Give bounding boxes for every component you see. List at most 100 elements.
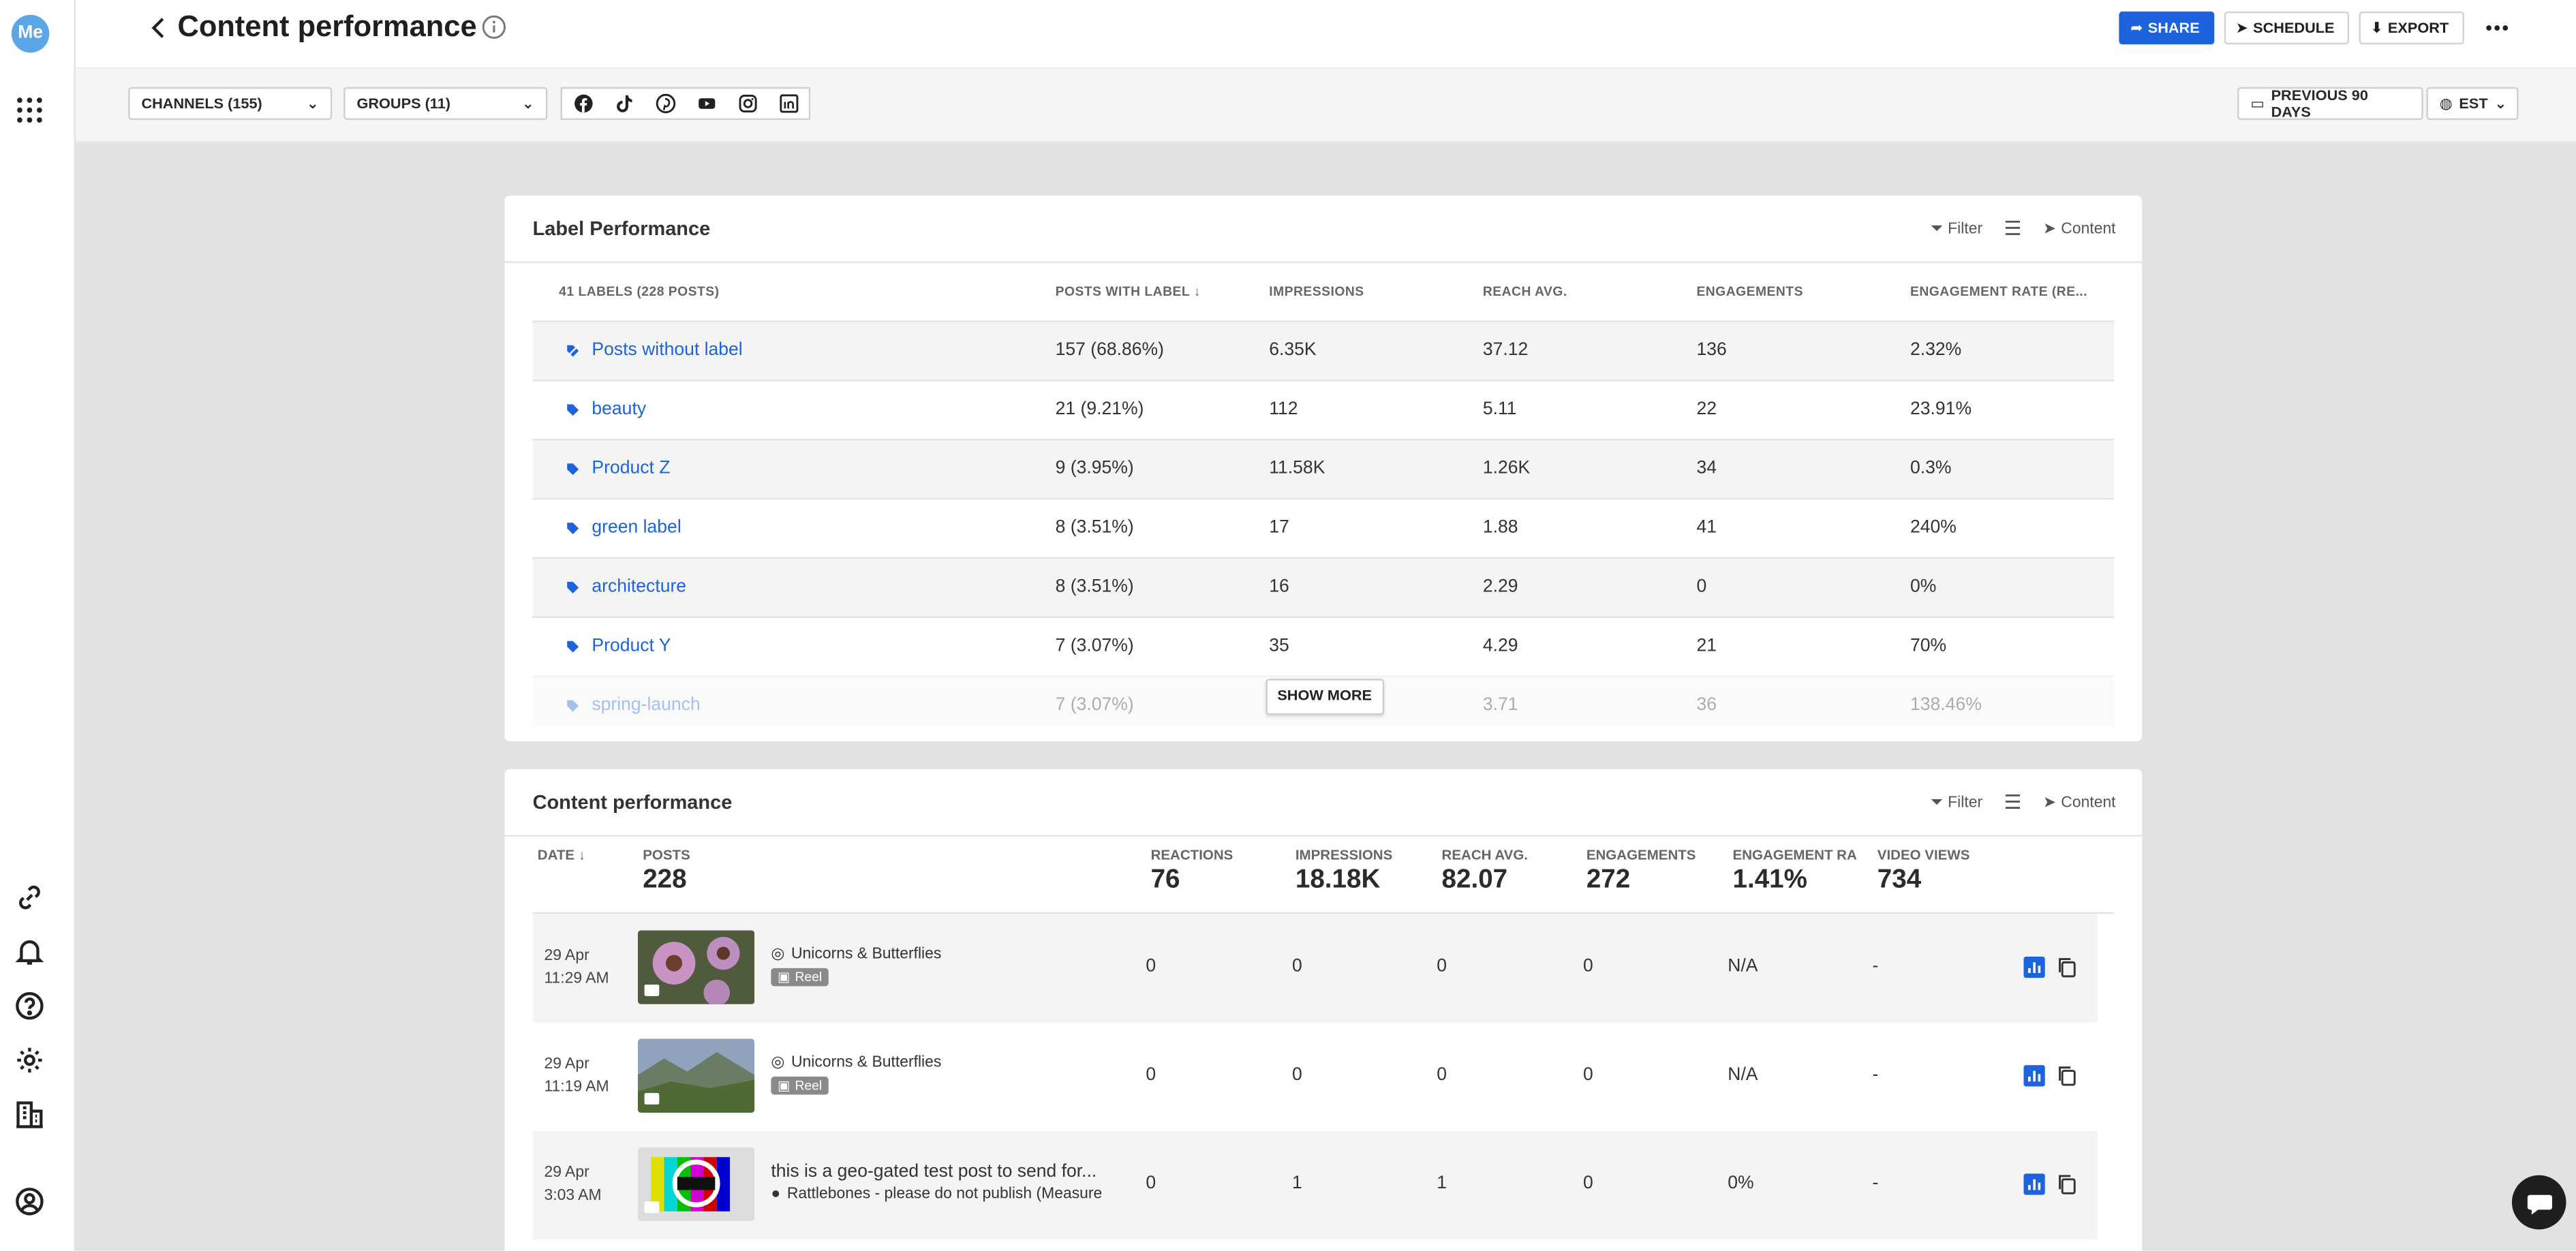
label-link[interactable]: green label [566, 518, 681, 538]
col-engagements[interactable]: ENGAGEMENTS 272 [1586, 846, 1696, 895]
export-button[interactable]: ⬇ EXPORT [2359, 11, 2464, 45]
content-button[interactable]: ➤ Content [2043, 793, 2116, 812]
col-video-views[interactable]: VIDEO VIEWS 734 [1877, 846, 1970, 895]
cell: 9 (3.95%) [1055, 459, 1134, 478]
help-icon[interactable] [15, 991, 44, 1021]
cell: 2.29 [1482, 576, 1518, 597]
cell: 0% [1728, 1173, 1754, 1194]
col-reach[interactable]: REACH AVG. 82.07 [1442, 846, 1528, 895]
analytics-chart-icon[interactable] [2023, 956, 2045, 978]
info-icon[interactable] [482, 15, 506, 40]
label-link[interactable]: architecture [566, 577, 686, 597]
app-logo[interactable]: Me [11, 14, 50, 53]
tiktok-icon[interactable] [603, 89, 644, 118]
settings-gear-icon[interactable] [15, 1045, 44, 1075]
post-thumbnail[interactable] [637, 1038, 755, 1113]
copy-icon[interactable] [2057, 957, 2078, 978]
facebook-icon[interactable] [562, 89, 603, 118]
schedule-button[interactable]: ➤ SCHEDULE [2224, 11, 2350, 45]
table-row[interactable]: 29 Apr 11:19 AM ◎ Unicorns & Butterflies ▣… [533, 1022, 2098, 1130]
show-more-button[interactable]: SHOW MORE [1266, 679, 1383, 715]
col-date[interactable]: DATE ↓ [538, 846, 585, 863]
table-row: Posts without label 157 (68.86%) 6.35K 3… [532, 320, 2115, 380]
chevron-down-icon: ⌄ [2494, 94, 2507, 111]
col-engagements[interactable]: ENGAGEMENTS [1696, 284, 1803, 299]
user-account-icon[interactable] [15, 1187, 44, 1216]
main-content: Label Performance ⏷ Filter ☰ ➤ Content 41 … [75, 142, 2576, 1251]
linkedin-icon[interactable] [768, 89, 809, 118]
col-reactions[interactable]: REACTIONS 76 [1151, 846, 1233, 895]
channels-select[interactable]: CHANNELS (155) ⌄ [128, 87, 333, 121]
cell: 34 [1696, 459, 1717, 478]
cell: 5.11 [1482, 399, 1517, 420]
cell: 157 (68.86%) [1055, 340, 1164, 360]
col-impressions[interactable]: IMPRESSIONS [1269, 284, 1364, 299]
more-options-icon[interactable] [2484, 16, 2511, 40]
table-row[interactable]: 29 Apr 11:29 AM ◎ Unicorns & Butterflies ▣… [532, 914, 2098, 1023]
list-view-icon[interactable]: ☰ [2004, 790, 2021, 814]
sort-down-icon: ↓ [1193, 284, 1201, 300]
col-impressions[interactable]: IMPRESSIONS 18.18K [1295, 846, 1392, 895]
label-link[interactable]: beauty [566, 399, 646, 419]
post-thumbnail[interactable] [637, 930, 755, 1004]
analytics-chart-icon[interactable] [2023, 1065, 2045, 1087]
col-engagement-rate[interactable]: ENGAGEMENT RATE (RE... [1910, 284, 2087, 299]
cell: 0 [1582, 956, 1593, 976]
instagram-icon[interactable] [726, 89, 767, 118]
facebook-icon: ● [771, 1185, 781, 1203]
cell: N/A [1728, 956, 1758, 976]
post-thumbnail[interactable] [637, 1147, 755, 1222]
page-title: Content performance [177, 10, 477, 43]
cell: - [1872, 1065, 1879, 1085]
chat-bubble-icon [2526, 1194, 2551, 1214]
cell: 21 (9.21%) [1055, 399, 1144, 420]
analytics-chart-icon[interactable] [2023, 1173, 2045, 1195]
cell: 0 [1582, 1173, 1593, 1194]
table-row[interactable]: 29 Apr 3:03 AM this is a geo-gated test p… [532, 1130, 2098, 1239]
col-reach[interactable]: REACH AVG. [1483, 284, 1567, 299]
cell: 23.91% [1910, 399, 1972, 420]
label-link[interactable]: Product Y [566, 636, 671, 655]
filter-button[interactable]: ⏷ Filter [1931, 219, 1983, 238]
cell: 11.58K [1269, 459, 1325, 478]
cell: 70% [1910, 636, 1947, 656]
label-link[interactable]: spring-launch [566, 695, 701, 715]
cell: 1 [1437, 1173, 1447, 1194]
col-engagement-rate[interactable]: ENGAGEMENT RA 1.41% [1733, 846, 1865, 895]
chat-support-button[interactable] [2511, 1175, 2566, 1230]
organization-building-icon[interactable] [15, 1100, 44, 1129]
groups-select[interactable]: GROUPS (11) ⌄ [343, 87, 548, 121]
timezone-select[interactable]: ◍ EST ⌄ [2426, 87, 2519, 121]
share-button[interactable]: ➦ SHARE [2119, 11, 2215, 45]
pinterest-icon[interactable] [645, 89, 686, 118]
link-icon[interactable] [15, 882, 44, 912]
cell: 0 [1582, 1065, 1593, 1085]
filter-button[interactable]: ⏷ Filter [1931, 793, 1983, 812]
label-link[interactable]: Product Z [566, 459, 670, 478]
content-button[interactable]: ➤ Content [2043, 219, 2116, 238]
copy-icon[interactable] [2057, 1173, 2078, 1194]
cell: 17 [1269, 517, 1289, 538]
col-posts[interactable]: POSTS 228 [643, 846, 690, 895]
cell: 7 (3.07%) [1055, 695, 1134, 715]
tag-icon [567, 403, 579, 416]
youtube-icon[interactable] [686, 89, 726, 118]
apps-grid-icon[interactable] [15, 95, 44, 125]
label-performance-card: Label Performance ⏷ Filter ☰ ➤ Content 41 … [504, 196, 2143, 741]
tag-icon [567, 521, 579, 534]
cell: 8 (3.51%) [1055, 517, 1134, 538]
cell: 4.29 [1482, 636, 1518, 656]
globe-icon: ◍ [2439, 94, 2453, 111]
date-range-button[interactable]: ▭ PREVIOUS 90 DAYS [2237, 87, 2423, 121]
cell: 1.88 [1482, 517, 1518, 538]
reel-icon: ▣ [777, 1078, 791, 1094]
cell: 1.26K [1482, 459, 1531, 478]
col-posts-with-label[interactable]: POSTS WITH LABEL ↓ [1056, 284, 1201, 299]
copy-icon[interactable] [2057, 1065, 2078, 1086]
back-chevron-icon[interactable] [144, 13, 174, 42]
notifications-bell-icon[interactable] [15, 937, 44, 966]
label-link[interactable]: Posts without label [566, 340, 743, 360]
list-view-icon[interactable]: ☰ [2004, 217, 2021, 240]
col-labels[interactable]: 41 LABELS (228 POSTS) [559, 284, 719, 299]
app-window: Me Content performance ➦ SHARE ➤ SCHEDUL… [0, 0, 2576, 1251]
